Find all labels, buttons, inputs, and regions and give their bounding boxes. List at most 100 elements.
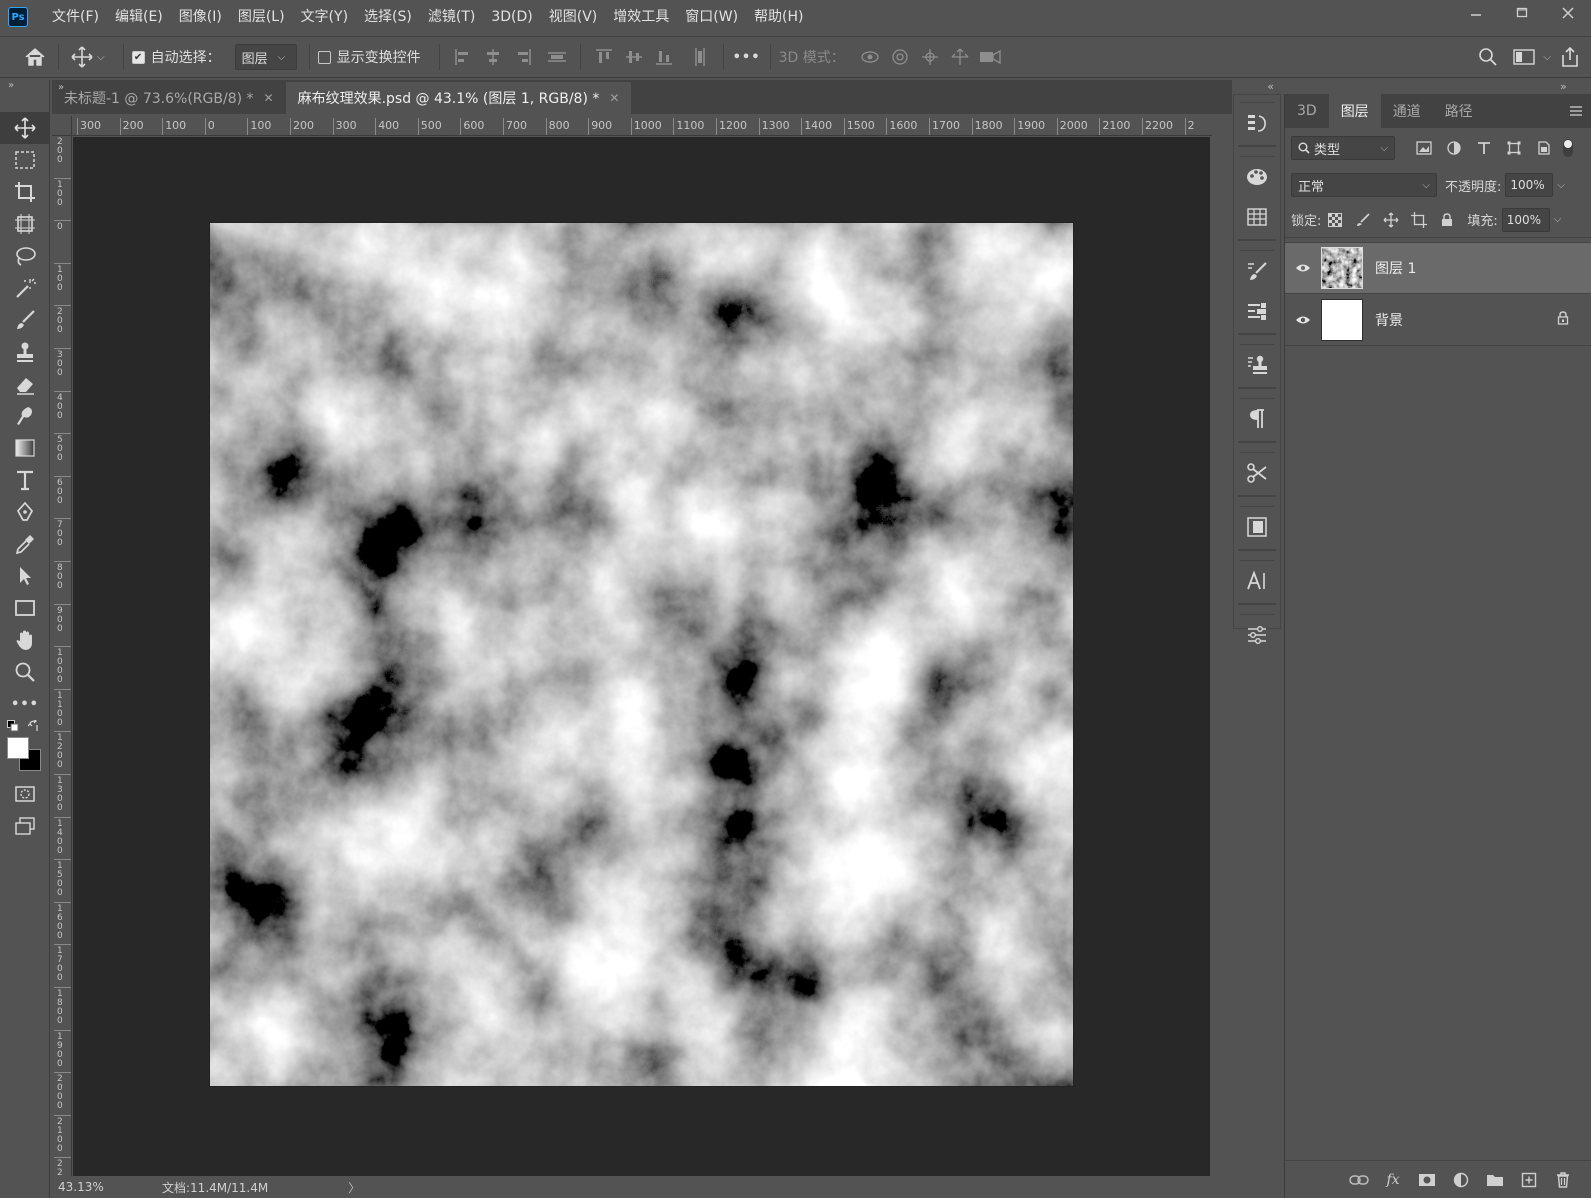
menu-item[interactable]: 3D(D)	[483, 0, 540, 34]
default-colors-icon[interactable]	[7, 720, 19, 736]
tab-channels[interactable]: 通道	[1381, 94, 1433, 128]
marquee-tool-icon[interactable]	[0, 144, 50, 176]
screen-mode-icon[interactable]	[0, 810, 50, 842]
align-top-icon[interactable]	[589, 42, 619, 72]
distribute-vertical-icon[interactable]	[685, 42, 715, 72]
tab-3d[interactable]: 3D	[1285, 94, 1329, 128]
ruler-origin[interactable]	[52, 116, 72, 136]
fill-input[interactable]: 100%	[1501, 207, 1550, 232]
gradient-tool-icon[interactable]	[0, 432, 50, 464]
filter-adjustment-icon[interactable]	[1439, 136, 1469, 160]
document-canvas[interactable]	[210, 223, 1073, 1086]
maximize-button[interactable]	[1499, 0, 1545, 26]
filter-type-icon[interactable]	[1469, 136, 1499, 160]
menu-item[interactable]: 增效工具	[605, 0, 677, 34]
brush-tool-icon[interactable]	[0, 304, 50, 336]
3d-slide-icon[interactable]	[945, 42, 975, 72]
swatches-grid-icon[interactable]	[1234, 197, 1280, 237]
3d-pan-icon[interactable]	[915, 42, 945, 72]
paragraph-icon[interactable]	[1234, 399, 1280, 439]
clone-source-icon[interactable]	[1234, 345, 1280, 385]
filter-shape-icon[interactable]	[1499, 136, 1529, 160]
auto-select-target-dropdown[interactable]: 图层 ⌵	[234, 44, 297, 70]
menu-item[interactable]: 窗口(W)	[677, 0, 746, 34]
layer-name[interactable]: 图层 1	[1375, 258, 1416, 278]
lasso-tool-icon[interactable]	[0, 240, 50, 272]
opacity-input[interactable]: 100%	[1505, 173, 1554, 197]
stamp-tool-icon[interactable]	[0, 336, 50, 368]
eraser-tool-icon[interactable]	[0, 368, 50, 400]
move-tool-icon[interactable]	[67, 42, 97, 72]
menu-item[interactable]: 图像(I)	[171, 0, 230, 34]
new-adjustment-layer-icon[interactable]	[1444, 1165, 1478, 1195]
close-icon[interactable]: ✕	[264, 91, 274, 105]
minimize-button[interactable]	[1453, 0, 1499, 26]
new-group-icon[interactable]	[1478, 1165, 1512, 1195]
history-icon[interactable]	[1234, 103, 1280, 143]
menu-item[interactable]: 帮助(H)	[746, 0, 811, 34]
layer-effects-icon[interactable]: fx	[1376, 1165, 1410, 1195]
home-icon[interactable]	[20, 42, 50, 72]
chevron-down-icon[interactable]: ⌵	[1543, 52, 1551, 63]
lock-image-pixels-icon[interactable]	[1349, 208, 1377, 232]
pen-tool-icon[interactable]	[0, 496, 50, 528]
align-center-icon[interactable]	[478, 42, 508, 72]
frame-tool-icon[interactable]	[0, 208, 50, 240]
3d-roll-icon[interactable]	[885, 42, 915, 72]
align-right-icon[interactable]	[508, 42, 538, 72]
eyedropper-tool-icon[interactable]	[0, 528, 50, 560]
brush-settings-icon[interactable]	[1234, 251, 1280, 291]
lock-icon[interactable]	[1557, 310, 1569, 329]
show-transform-controls-checkbox[interactable]	[317, 50, 331, 64]
foreground-color-swatch[interactable]	[7, 737, 29, 759]
layer-row-background[interactable]: 背景	[1285, 294, 1591, 346]
expand-panel-icon[interactable]: »	[0, 80, 49, 94]
crop-tool-icon[interactable]	[0, 176, 50, 208]
menu-item[interactable]: 编辑(E)	[107, 0, 171, 34]
filter-toggle[interactable]	[1563, 139, 1573, 157]
type-tool-icon[interactable]	[0, 464, 50, 496]
menu-item[interactable]: 滤镜(T)	[420, 0, 483, 34]
menu-item[interactable]: 文字(Y)	[293, 0, 356, 34]
3d-camera-icon[interactable]	[975, 42, 1005, 72]
blend-mode-dropdown[interactable]: 正常 ⌵	[1291, 173, 1437, 197]
lock-all-icon[interactable]	[1433, 208, 1461, 232]
character-icon[interactable]	[1234, 561, 1280, 601]
move-tool-icon[interactable]	[0, 112, 50, 144]
horizontal-ruler[interactable]: 300 200 100 0 100 200 300 400 500 600 700 800 900 100…	[52, 116, 1212, 136]
zoom-tool-icon[interactable]	[0, 656, 50, 688]
delete-layer-icon[interactable]	[1546, 1165, 1580, 1195]
visibility-eye-icon[interactable]	[1285, 315, 1321, 325]
zoom-value[interactable]: 43.13%	[52, 1180, 114, 1194]
brush-presets-icon[interactable]	[1234, 291, 1280, 331]
new-layer-icon[interactable]	[1512, 1165, 1546, 1195]
adjustments-icon[interactable]	[1234, 615, 1280, 655]
filter-pixel-icon[interactable]	[1409, 136, 1439, 160]
chevron-down-icon[interactable]: ⌵	[1557, 180, 1565, 191]
tab-paths[interactable]: 路径	[1433, 94, 1485, 128]
hand-tool-icon[interactable]	[0, 624, 50, 656]
chevron-down-icon[interactable]: ⌵	[97, 52, 105, 63]
menu-item[interactable]: 选择(S)	[356, 0, 420, 34]
link-layers-icon[interactable]	[1342, 1165, 1376, 1195]
3d-orbit-icon[interactable]	[855, 42, 885, 72]
layer-row-layer1[interactable]: 图层 1	[1285, 242, 1591, 294]
layer-name[interactable]: 背景	[1375, 310, 1403, 330]
tool-presets-icon[interactable]	[1234, 453, 1280, 493]
align-middle-icon[interactable]	[619, 42, 649, 72]
close-window-button[interactable]	[1545, 0, 1591, 26]
auto-select-checkbox[interactable]: ✔	[131, 50, 145, 64]
libraries-icon[interactable]	[1234, 507, 1280, 547]
add-mask-icon[interactable]	[1410, 1165, 1444, 1195]
align-left-icon[interactable]	[448, 42, 478, 72]
share-icon[interactable]	[1555, 42, 1585, 72]
more-options-icon[interactable]: •••	[732, 42, 762, 72]
layer-filter-dropdown[interactable]: 类型 ⌵	[1291, 136, 1395, 160]
search-icon[interactable]	[1473, 42, 1503, 72]
distribute-horizontal-icon[interactable]	[542, 42, 572, 72]
close-icon[interactable]: ✕	[609, 91, 619, 105]
menu-item[interactable]: 视图(V)	[541, 0, 606, 34]
document-tab-linen-texture[interactable]: 麻布纹理效果.psd @ 43.1% (图层 1, RGB/8) * ✕	[285, 82, 632, 114]
lock-position-icon[interactable]	[1377, 208, 1405, 232]
workspace-icon[interactable]	[1509, 42, 1539, 72]
